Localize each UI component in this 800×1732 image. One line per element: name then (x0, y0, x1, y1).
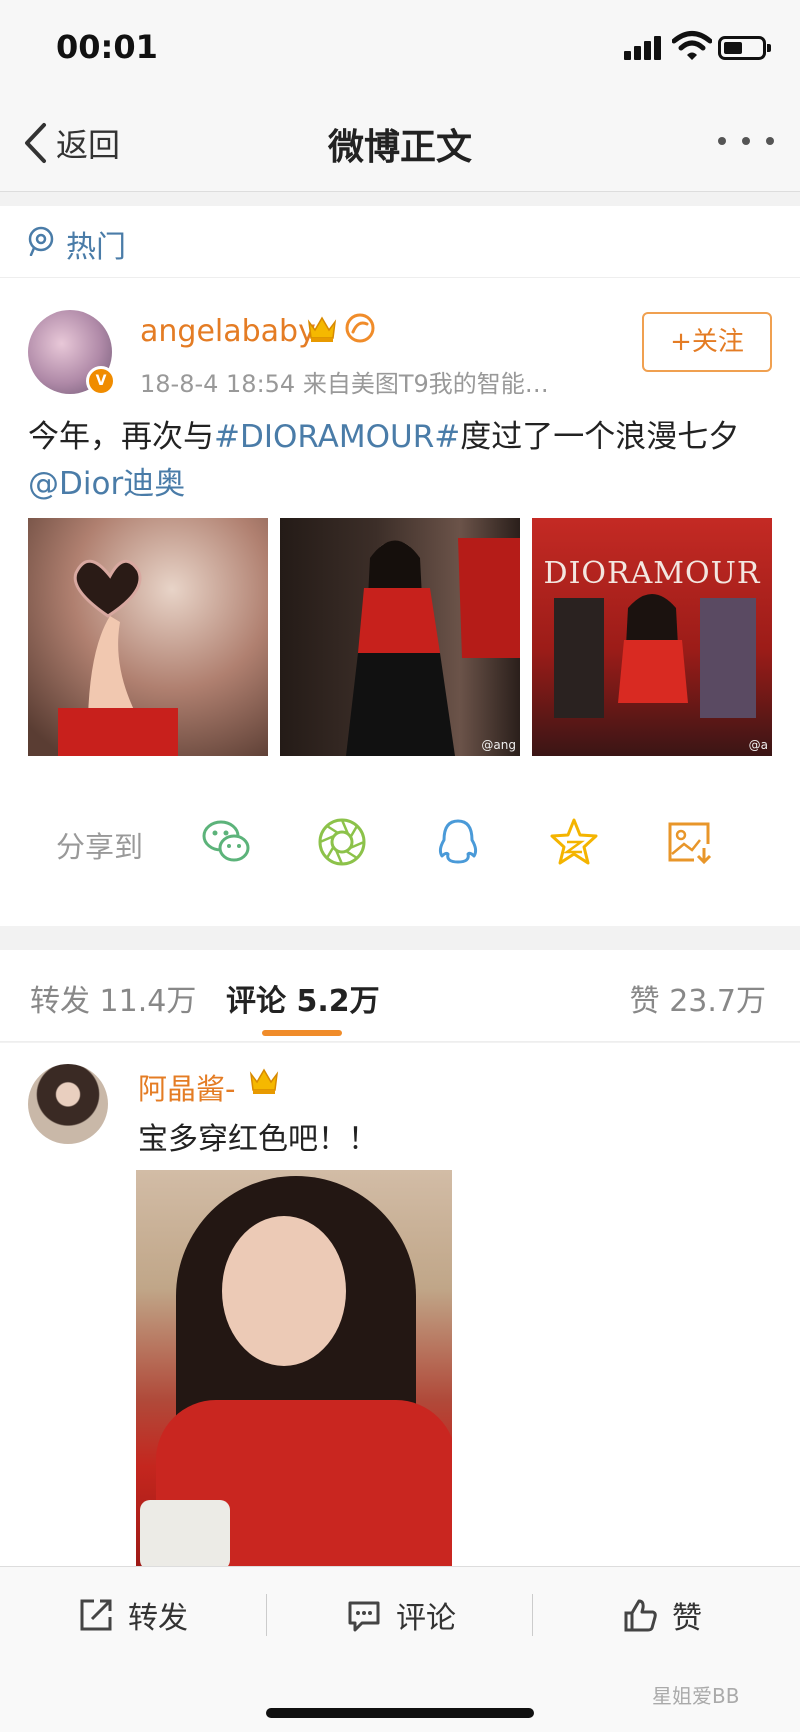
hot-label[interactable]: 热门 (66, 222, 126, 266)
post-meta: 18-8-4 18:54 来自美图T9我的智能… (140, 370, 549, 398)
like-label: 赞 (672, 1601, 702, 1636)
qq-icon[interactable] (432, 816, 484, 868)
comment-photo[interactable] (136, 1170, 452, 1566)
toolbar-divider (266, 1594, 267, 1636)
post-text-end: 度过了一个浪漫七夕 (460, 419, 740, 455)
crown-icon (307, 316, 337, 342)
thumbs-up-icon (624, 1599, 657, 1632)
display-illustration (554, 594, 756, 718)
repost-icon (80, 1599, 112, 1631)
wechat-icon[interactable] (200, 816, 252, 868)
hashtag-link[interactable]: #DIORAMOUR# (214, 419, 460, 455)
moments-icon[interactable] (316, 816, 368, 868)
toolbar-divider (532, 1594, 533, 1636)
like-button[interactable]: 赞 (622, 1592, 702, 1638)
back-label: 返回 (56, 126, 121, 164)
wifi-icon (672, 31, 712, 60)
battery-icon (718, 36, 771, 60)
commenter-avatar[interactable] (28, 1064, 108, 1144)
qzone-icon[interactable] (548, 816, 600, 868)
back-button[interactable]: 返回 (22, 118, 120, 168)
watermark: 星姐爱BB (652, 1684, 740, 1708)
post-photo-3[interactable]: DIORAMOUR @a (532, 518, 772, 756)
repost-label: 转发 (128, 1601, 188, 1636)
active-tab-indicator (262, 1030, 342, 1036)
post-photo-2[interactable]: @ang (280, 518, 520, 756)
share-label: 分享到 (56, 830, 144, 864)
mention-link[interactable]: @Dior迪奥 (28, 466, 185, 502)
hot-topic-icon (28, 226, 54, 256)
comment-button[interactable]: 评论 (346, 1592, 456, 1638)
photo-caption: DIORAMOUR (543, 556, 761, 591)
photo-watermark: @a (748, 738, 768, 752)
photo-watermark: @ang (481, 738, 516, 752)
chevron-left-icon (25, 123, 46, 163)
post-text-start: 今年，再次与 (28, 419, 214, 455)
heart-illustration (58, 559, 178, 756)
post-text: 今年，再次与#DIORAMOUR#度过了一个浪漫七夕 @Dior迪奥 (28, 414, 774, 508)
crown-icon (249, 1068, 279, 1094)
repost-button[interactable]: 转发 (78, 1592, 188, 1638)
cellular-signal-icon (624, 36, 664, 60)
tab-likes[interactable]: 赞 23.7万 (630, 976, 766, 1020)
post-user-name[interactable]: angelababy (140, 314, 316, 349)
member-icon (345, 313, 375, 343)
comment-label: 评论 (396, 1601, 456, 1636)
comment-icon (348, 1601, 380, 1632)
follow-button[interactable]: +关注 (642, 312, 772, 372)
verified-badge: V (86, 366, 116, 396)
commenter-name[interactable]: 阿晶酱- (138, 1066, 235, 1108)
post-photo-1[interactable] (28, 518, 268, 756)
tab-comments[interactable]: 评论 5.2万 (226, 976, 380, 1020)
save-image-icon[interactable] (664, 816, 716, 868)
more-options-button[interactable] (718, 126, 774, 156)
comment-text: 宝多穿红色吧！！ (138, 1122, 378, 1157)
tab-reposts[interactable]: 转发 11.4万 (30, 976, 196, 1020)
model-illustration (346, 538, 520, 756)
status-time: 00:01 (56, 28, 158, 66)
home-indicator (266, 1708, 534, 1718)
